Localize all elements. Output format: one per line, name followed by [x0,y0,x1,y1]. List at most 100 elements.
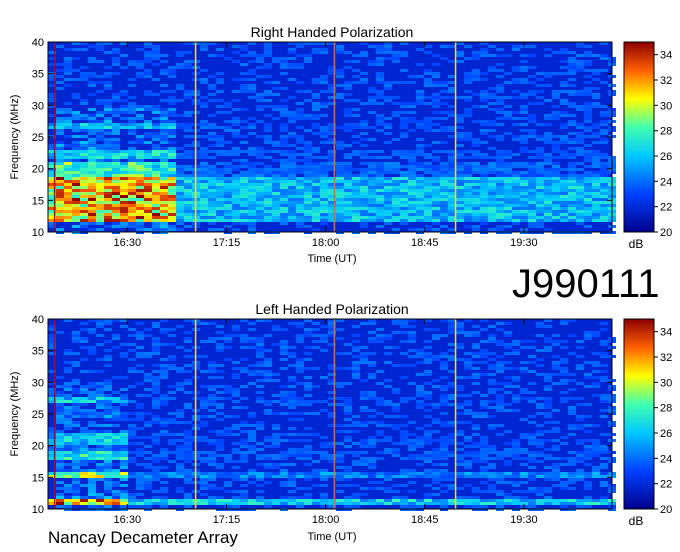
heatmap-cell [352,421,360,424]
heatmap-cell [352,502,360,505]
heatmap-cell [552,168,560,171]
heatmap-cell [160,421,168,424]
heatmap-cell [96,210,104,213]
heatmap-cell [488,120,496,123]
heatmap-cell [360,156,368,159]
heatmap-cell [544,162,552,165]
heatmap-cell [552,111,560,114]
heatmap-cell [352,186,360,189]
heatmap-cell [416,355,424,358]
heatmap-cell [440,334,448,337]
heatmap-cell [544,349,552,352]
heatmap-cell [400,186,408,189]
heatmap-cell [96,436,104,439]
heatmap-cell [88,484,96,487]
heatmap-cell [144,72,152,75]
heatmap-cell [400,364,408,367]
heatmap-cell [520,195,528,198]
heatmap-cell [176,63,184,66]
heatmap-cell [424,207,432,210]
heatmap-cell [200,153,208,156]
heatmap-cell [64,427,72,430]
heatmap-cell [272,379,280,382]
heatmap-cell [568,195,576,198]
heatmap-cell [88,433,96,436]
heatmap-cell [96,171,104,174]
heatmap-cell [496,451,504,454]
heatmap-cell [80,448,88,451]
heatmap-cell [72,415,80,418]
heatmap-cell [152,388,160,391]
heatmap-cell [88,198,96,201]
heatmap-cell [448,322,456,325]
heatmap-cell [80,216,88,219]
heatmap-cell [288,189,296,192]
heatmap-cell [264,334,272,337]
heatmap-cell [568,210,576,213]
heatmap-cell [408,186,416,189]
heatmap-cell [456,472,464,475]
heatmap-cell [592,96,600,99]
heatmap-cell [264,150,272,153]
heatmap-cell [352,219,360,222]
heatmap-cell [536,96,544,99]
heatmap-cell [304,60,312,63]
heatmap-cell [416,174,424,177]
heatmap-cell [544,141,552,144]
heatmap-cell [200,207,208,210]
heatmap-cell [176,99,184,102]
heatmap-cell [200,451,208,454]
heatmap-cell [352,424,360,427]
heatmap-cell [232,132,240,135]
heatmap-cell [64,198,72,201]
heatmap-cell [224,165,232,168]
heatmap-cell [272,433,280,436]
heatmap-cell [344,352,352,355]
heatmap-cell [64,439,72,442]
heatmap-cell [208,484,216,487]
heatmap-cell [368,487,376,490]
heatmap-cell [512,195,520,198]
heatmap-cell [576,457,584,460]
x-tick-label: 19:30 [510,237,538,249]
heatmap-cell [320,171,328,174]
heatmap-cell [440,454,448,457]
heatmap-cell [344,162,352,165]
heatmap-cell [472,442,480,445]
heatmap-cell [408,331,416,334]
heatmap-cell [456,132,464,135]
heatmap-cell [336,213,344,216]
heatmap-cell [584,183,592,186]
heatmap-cell [176,54,184,57]
heatmap-cell [552,343,560,346]
heatmap-cell [64,120,72,123]
heatmap-cell [384,186,392,189]
heatmap-cell [432,189,440,192]
heatmap-cell [216,448,224,451]
heatmap-cell [416,210,424,213]
heatmap-cell [216,150,224,153]
heatmap-cell [416,144,424,147]
heatmap-cell [384,201,392,204]
heatmap-cell [416,388,424,391]
heatmap-cell [384,177,392,180]
heatmap-cell [104,439,112,442]
heatmap-cell [120,54,128,57]
heatmap-cell [352,141,360,144]
heatmap-cell [104,213,112,216]
heatmap-cell [96,159,104,162]
heatmap-cell [208,114,216,117]
heatmap-cell [112,454,120,457]
heatmap-cell [472,433,480,436]
heatmap-cell [112,225,120,228]
heatmap-cell [120,111,128,114]
heatmap-cell [440,174,448,177]
heatmap-cell [288,111,296,114]
heatmap-cell [56,472,64,475]
heatmap-cell [200,186,208,189]
heatmap-cell [336,382,344,385]
heatmap-cell [560,168,568,171]
heatmap-cell [120,463,128,466]
heatmap-cell [568,60,576,63]
heatmap-cell [176,210,184,213]
